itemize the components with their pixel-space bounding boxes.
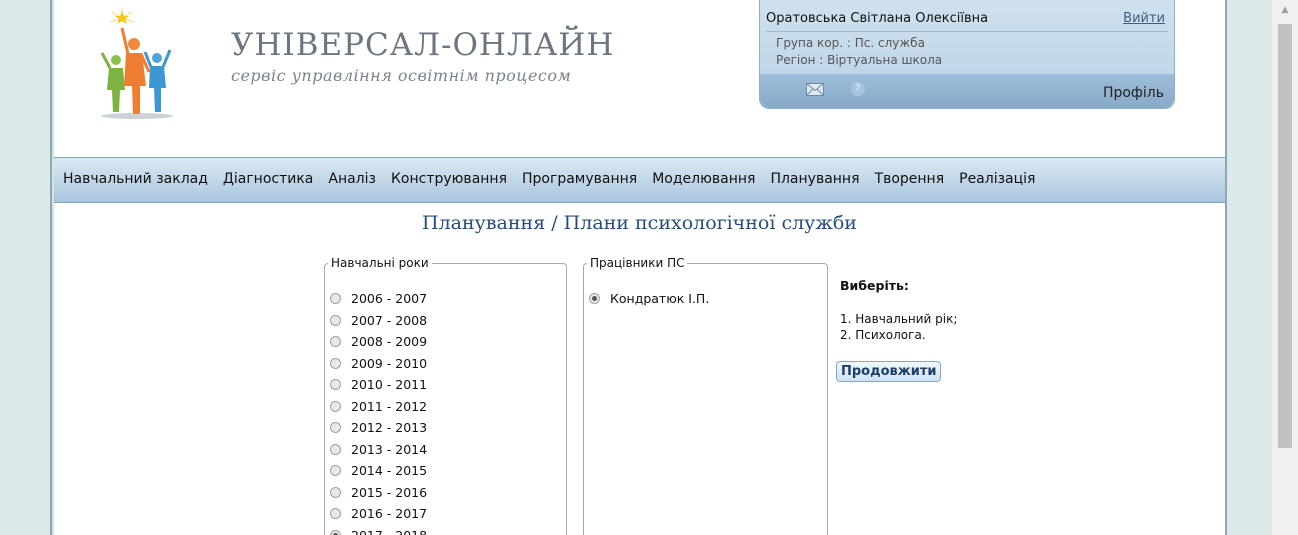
school-year-option[interactable]: 2007 - 2008 (330, 310, 427, 332)
workers-list: Кондратюк І.П. (584, 288, 709, 310)
school-year-option-label: 2016 - 2017 (351, 506, 428, 522)
workers-legend: Працівники ПС (590, 256, 685, 270)
radio-button[interactable] (589, 293, 600, 305)
help-icon[interactable]: ? (851, 82, 865, 96)
instructions-steps: 1. Навчальний рік; 2. Психолога. (840, 311, 957, 343)
radio-button[interactable] (330, 400, 341, 412)
user-region: Регіон : Віртуальна школа (776, 53, 943, 67)
continue-button[interactable]: Продовжити (836, 361, 942, 382)
school-year-option-label: 2013 - 2014 (351, 441, 428, 457)
user-name: Оратовська Світлана Олексіївна (766, 11, 989, 26)
school-year-option-label: 2015 - 2016 (351, 484, 428, 500)
school-year-option-label: 2009 - 2010 (351, 355, 428, 371)
school-year-option-label: 2017 - 2018 (351, 528, 427, 535)
workers-group: Працівники ПС Кондратюк І.П. (583, 256, 828, 535)
logo-children-icon (100, 8, 173, 119)
radio-button[interactable] (330, 314, 341, 326)
radio-button[interactable] (330, 529, 341, 535)
radio-button[interactable] (330, 508, 341, 520)
school-year-option[interactable]: 2009 - 2010 (330, 353, 427, 375)
worker-option[interactable]: Кондратюк І.П. (589, 288, 709, 310)
nav-item-institution[interactable]: Навчальний заклад (63, 171, 208, 187)
left-margin (0, 0, 52, 535)
nav-item-creation[interactable]: Творення (875, 171, 945, 187)
school-year-option-label: 2007 - 2008 (351, 312, 428, 328)
user-group: Група кор. : Пс. служба (776, 36, 925, 50)
nav-item-programming[interactable]: Програмування (522, 171, 637, 187)
brand-subtitle: сервіс управління освітнім процесом (231, 66, 572, 85)
instructions: Виберіть: 1. Навчальний рік; 2. Психолог… (840, 278, 957, 343)
school-year-option-label: 2014 - 2015 (351, 463, 428, 479)
school-years-legend: Навчальні роки (331, 256, 429, 270)
school-year-option[interactable]: 2017 - 2018 (330, 525, 427, 535)
nav-item-diagnostics[interactable]: Діагностика (223, 171, 313, 187)
page-title: Планування / Плани психологічної служби (422, 212, 857, 234)
mail-icon[interactable] (806, 83, 824, 96)
nav-item-analysis[interactable]: Аналіз (328, 171, 376, 187)
worker-option-label: Кондратюк І.П. (610, 291, 710, 307)
radio-button[interactable] (330, 422, 341, 434)
user-panel-toolbar: ? Профіль (760, 74, 1174, 108)
school-year-option-label: 2012 - 2013 (351, 420, 428, 436)
scrollbar[interactable]: ▲ (1272, 0, 1298, 535)
radio-button[interactable] (330, 443, 341, 455)
radio-button[interactable] (330, 357, 341, 369)
school-years-group: Навчальні роки 2006 - 2007 2007 - 2008 200… (324, 256, 567, 535)
brand-title: УНІВЕРСАЛ-ОНЛАЙН (231, 27, 615, 63)
school-year-option-label: 2011 - 2012 (351, 398, 428, 414)
school-year-option[interactable]: 2010 - 2011 (330, 374, 427, 396)
school-year-option[interactable]: 2012 - 2013 (330, 417, 427, 439)
main-nav: Навчальний заклад Діагностика Аналіз Кон… (54, 157, 1225, 203)
school-year-option[interactable]: 2015 - 2016 (330, 482, 427, 504)
school-year-option[interactable]: 2008 - 2009 (330, 331, 427, 353)
radio-button[interactable] (330, 486, 341, 498)
school-year-option[interactable]: 2016 - 2017 (330, 503, 427, 525)
right-border (1225, 0, 1227, 535)
nav-item-realization[interactable]: Реалізація (959, 171, 1035, 187)
nav-item-planning[interactable]: Планування (770, 171, 859, 187)
radio-button[interactable] (330, 379, 341, 391)
logout-link[interactable]: Вийти (1123, 11, 1165, 26)
user-panel-divider (766, 31, 1168, 32)
nav-item-construction[interactable]: Конструювання (391, 171, 507, 187)
nav-item-modeling[interactable]: Моделювання (652, 171, 755, 187)
school-year-option[interactable]: 2013 - 2014 (330, 439, 427, 461)
radio-button[interactable] (330, 293, 341, 305)
radio-button[interactable] (330, 336, 341, 348)
school-years-list: 2006 - 2007 2007 - 2008 2008 - 2009 2009 - … (325, 288, 427, 535)
school-year-option-label: 2010 - 2011 (351, 377, 428, 393)
right-margin (1225, 0, 1272, 535)
radio-button[interactable] (330, 465, 341, 477)
page-container: УНІВЕРСАЛ-ОНЛАЙН сервіс управління освіт… (54, 0, 1225, 535)
scroll-up-icon[interactable]: ▲ (1272, 2, 1298, 18)
profile-link[interactable]: Профіль (1103, 85, 1164, 101)
user-panel: Оратовська Світлана Олексіївна Вийти Гру… (759, 0, 1175, 109)
school-year-option-label: 2008 - 2009 (351, 334, 428, 350)
instructions-title: Виберіть: (840, 278, 909, 293)
instruction-step: 2. Психолога. (840, 328, 926, 342)
left-border (50, 0, 52, 535)
instruction-step: 1. Навчальний рік; (840, 312, 958, 326)
scrollbar-thumb[interactable] (1278, 24, 1292, 448)
school-year-option[interactable]: 2006 - 2007 (330, 288, 427, 310)
school-year-option[interactable]: 2011 - 2012 (330, 396, 427, 418)
school-year-option-label: 2006 - 2007 (351, 291, 428, 307)
school-year-option[interactable]: 2014 - 2015 (330, 460, 427, 482)
